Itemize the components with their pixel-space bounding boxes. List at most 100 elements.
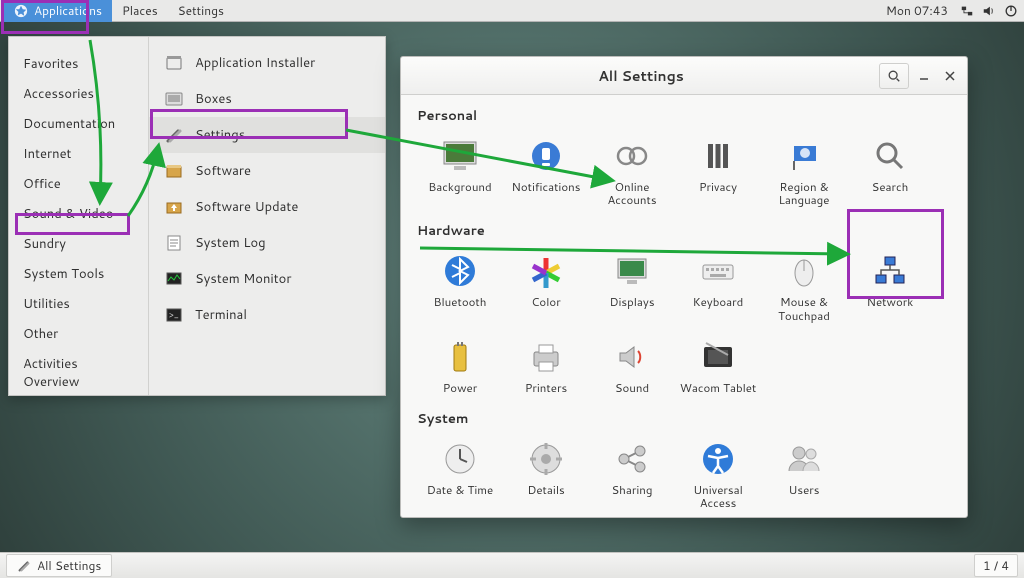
window-title: All Settings — [598, 66, 684, 86]
terminal-icon: >_ — [163, 304, 185, 326]
settings-printers[interactable]: Printers — [503, 330, 589, 402]
app-boxes[interactable]: Boxes — [149, 81, 385, 117]
power-tray-icon[interactable] — [1002, 4, 1020, 18]
category-utilities[interactable]: Utilities — [9, 289, 148, 319]
installer-icon — [163, 52, 185, 74]
category-office[interactable]: Office — [9, 169, 148, 199]
settings-universal-access[interactable]: Universal Access — [675, 432, 761, 517]
app-software-update[interactable]: Software Update — [149, 189, 385, 225]
close-icon — [944, 70, 956, 82]
applications-categories: Favorites Accessories Documentation Inte… — [9, 37, 149, 395]
magnifier-icon — [887, 69, 901, 83]
settings-power[interactable]: Power — [417, 330, 503, 402]
settings-displays[interactable]: Displays — [589, 244, 675, 329]
app-system-log[interactable]: System Log — [149, 225, 385, 261]
all-settings-window: All Settings Personal Background Notific… — [400, 56, 968, 518]
settings-bluetooth[interactable]: Bluetooth — [417, 244, 503, 329]
settings-icon — [163, 124, 185, 146]
settings-keyboard[interactable]: Keyboard — [675, 244, 761, 329]
printers-icon — [525, 336, 567, 378]
system-grid: Date & Time Details Sharing Universal Ac… — [417, 432, 951, 517]
settings-details[interactable]: Details — [503, 432, 589, 517]
applications-logo-icon — [14, 4, 28, 18]
settings-background[interactable]: Background — [417, 129, 503, 214]
settings-date-time[interactable]: Date & Time — [417, 432, 503, 517]
svg-text:>_: >_ — [169, 308, 179, 321]
places-label: Places — [122, 2, 158, 19]
wacom-icon — [697, 336, 739, 378]
app-settings[interactable]: Settings — [149, 117, 385, 153]
settings-sound[interactable]: Sound — [589, 330, 675, 402]
settings-users[interactable]: Users — [761, 432, 847, 517]
places-menu-button[interactable]: Places — [112, 0, 168, 22]
settings-privacy[interactable]: Privacy — [675, 129, 761, 214]
app-application-installer[interactable]: Application Installer — [149, 45, 385, 81]
close-button[interactable] — [939, 63, 961, 89]
activities-overview[interactable]: Activities Overview — [9, 349, 148, 397]
category-sound-video[interactable]: Sound & Video — [9, 199, 148, 229]
keyboard-icon — [697, 250, 739, 292]
network-icon — [869, 250, 911, 292]
log-icon — [163, 232, 185, 254]
clock[interactable]: Mon 07:43 — [886, 2, 948, 19]
software-icon — [163, 160, 185, 182]
hardware-grid: Bluetooth Color Displays Keyboard Mouse … — [417, 244, 951, 402]
color-icon — [525, 250, 567, 292]
settings-color[interactable]: Color — [503, 244, 589, 329]
top-panel: Applications Places Settings Mon 07:43 — [0, 0, 1024, 22]
applications-label: Applications — [34, 2, 102, 19]
settings-label: Settings — [178, 2, 224, 19]
settings-search[interactable]: Search — [847, 129, 933, 214]
mouse-icon — [783, 250, 825, 292]
category-other[interactable]: Other — [9, 319, 148, 349]
applications-menu-button[interactable]: Applications — [4, 0, 112, 22]
settings-network[interactable]: Network — [847, 244, 933, 329]
settings-online-accounts[interactable]: Online Accounts — [589, 129, 675, 214]
settings-region-language[interactable]: Region & Language — [761, 129, 847, 214]
region-language-icon — [783, 135, 825, 177]
minimize-button[interactable] — [913, 63, 935, 89]
settings-wacom[interactable]: Wacom Tablet — [675, 330, 761, 402]
workspace-pager[interactable]: 1 / 4 — [974, 554, 1018, 577]
search-icon — [869, 135, 911, 177]
section-system-header: System — [417, 410, 951, 428]
boxes-icon — [163, 88, 185, 110]
app-software[interactable]: Software — [149, 153, 385, 189]
settings-notifications[interactable]: Notifications — [503, 129, 589, 214]
category-system-tools[interactable]: System Tools — [9, 259, 148, 289]
datetime-icon — [439, 438, 481, 480]
displays-icon — [611, 250, 653, 292]
search-button[interactable] — [879, 63, 909, 89]
app-system-monitor[interactable]: System Monitor — [149, 261, 385, 297]
settings-sharing[interactable]: Sharing — [589, 432, 675, 517]
sound-icon — [611, 336, 653, 378]
universal-access-icon — [697, 438, 739, 480]
section-hardware-header: Hardware — [417, 222, 951, 240]
taskbar-item-label: All Settings — [37, 557, 101, 574]
privacy-icon — [697, 135, 739, 177]
applications-items: Application Installer Boxes Settings Sof… — [149, 37, 385, 395]
bluetooth-icon — [439, 250, 481, 292]
personal-grid: Background Notifications Online Accounts… — [417, 129, 951, 214]
settings-mouse-touchpad[interactable]: Mouse & Touchpad — [761, 244, 847, 329]
category-documentation[interactable]: Documentation — [9, 109, 148, 139]
monitor-icon — [163, 268, 185, 290]
category-favorites[interactable]: Favorites — [9, 49, 148, 79]
applications-dropdown: Favorites Accessories Documentation Inte… — [8, 36, 386, 396]
category-accessories[interactable]: Accessories — [9, 79, 148, 109]
sharing-icon — [611, 438, 653, 480]
app-terminal[interactable]: >_ Terminal — [149, 297, 385, 333]
settings-body: Personal Background Notifications Online… — [401, 95, 967, 517]
category-internet[interactable]: Internet — [9, 139, 148, 169]
section-personal-header: Personal — [417, 107, 951, 125]
details-icon — [525, 438, 567, 480]
settings-small-icon — [17, 559, 31, 573]
bottom-taskbar: All Settings 1 / 4 — [0, 552, 1024, 578]
network-tray-icon[interactable] — [958, 4, 976, 18]
volume-tray-icon[interactable] — [980, 4, 998, 18]
window-titlebar[interactable]: All Settings — [401, 57, 967, 95]
taskbar-all-settings[interactable]: All Settings — [6, 554, 112, 577]
users-icon — [783, 438, 825, 480]
category-sundry[interactable]: Sundry — [9, 229, 148, 259]
settings-menu-button[interactable]: Settings — [168, 0, 234, 22]
